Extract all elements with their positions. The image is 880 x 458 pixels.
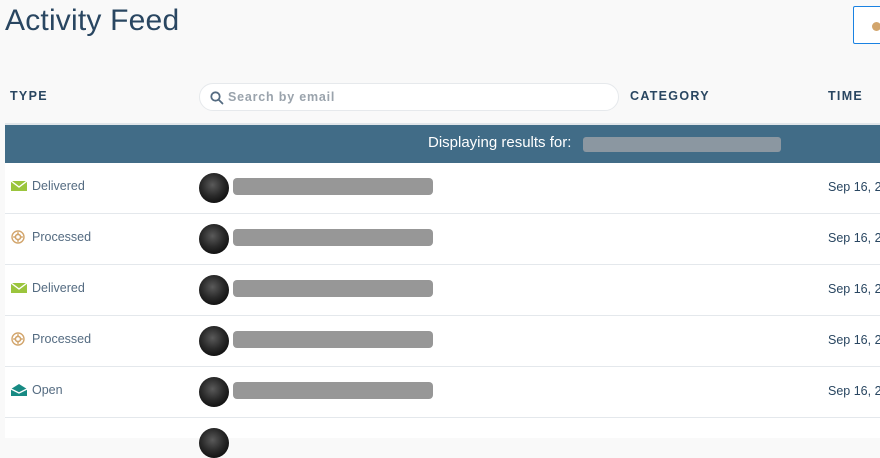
processed-gear-icon (11, 332, 25, 346)
redacted-email (233, 229, 433, 246)
event-type-label: Processed (32, 230, 92, 244)
results-banner-label: Displaying results for: (428, 134, 572, 151)
event-time: Sep 16, 2 (828, 282, 880, 296)
activity-row[interactable]: Delivered Sep 16, 2 (5, 265, 880, 316)
event-type: Processed (10, 230, 91, 244)
event-time: Sep 16, 2 (828, 231, 880, 245)
event-type: Open (10, 383, 63, 397)
event-type: Delivered (10, 281, 85, 295)
redacted-email (233, 280, 433, 297)
page-title: Activity Feed (5, 4, 180, 37)
open-envelope-icon (10, 384, 28, 396)
avatar (199, 326, 229, 356)
event-type: Processed (10, 332, 91, 346)
column-header-type[interactable]: TYPE (10, 89, 48, 103)
search-icon (210, 91, 224, 105)
activity-row[interactable]: Processed Sep 16, 2 (5, 316, 880, 367)
delivered-envelope-icon (10, 282, 28, 293)
activity-row[interactable]: Processed Sep 16, 2 (5, 214, 880, 265)
redacted-email (233, 382, 433, 399)
event-type-label: Open (32, 383, 63, 397)
event-type: Delivered (10, 179, 85, 193)
event-time: Sep 16, 2 (828, 180, 880, 194)
top-action-button[interactable] (853, 6, 880, 44)
event-time: Sep 16, 2 (828, 333, 880, 347)
event-time: Sep 16, 2 (828, 384, 880, 398)
event-type-label: Processed (32, 332, 92, 346)
redacted-email (233, 331, 433, 348)
search-input[interactable] (228, 88, 608, 106)
activity-row[interactable]: Delivered Sep 16, 2 (5, 163, 880, 214)
avatar (199, 224, 229, 254)
results-banner: Displaying results for: (5, 125, 880, 163)
event-type-label: Delivered (32, 281, 85, 295)
processed-gear-icon (11, 230, 25, 244)
activity-row[interactable] (5, 418, 880, 458)
avatar (199, 173, 229, 203)
search-field[interactable] (199, 83, 619, 111)
activity-row[interactable]: Open Sep 16, 2 (5, 367, 880, 418)
avatar (199, 377, 229, 407)
avatar (199, 275, 229, 305)
activity-list: Delivered Sep 16, 2 Processed Sep 16, 2 (5, 163, 880, 458)
column-header-category[interactable]: CATEGORY (630, 89, 710, 103)
column-header-time[interactable]: TIME (828, 89, 863, 103)
event-type-label: Delivered (32, 179, 85, 193)
redacted-email (583, 137, 781, 152)
avatar (199, 428, 229, 458)
redacted-email (233, 178, 433, 195)
status-dot-icon (872, 22, 880, 31)
delivered-envelope-icon (10, 180, 28, 191)
